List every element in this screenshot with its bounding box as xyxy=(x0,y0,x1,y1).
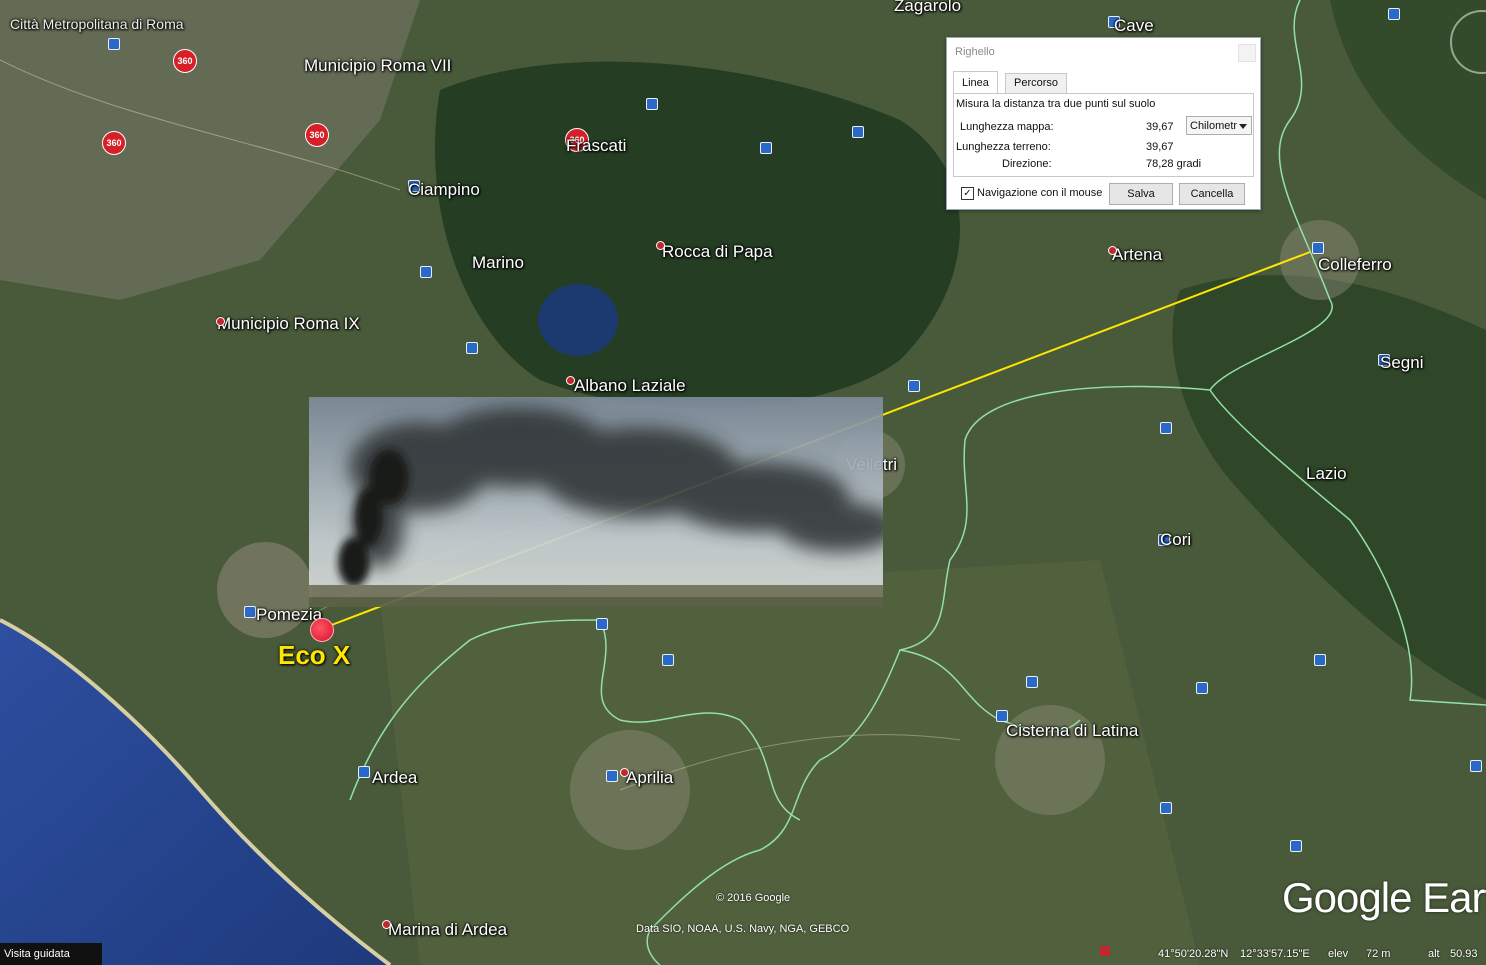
satellite-map[interactable]: 360 360 360 360 Città Metropolitana di R… xyxy=(0,0,1486,965)
town-pin[interactable] xyxy=(620,768,629,777)
place-label: Rocca di Papa xyxy=(662,242,773,261)
place-label: Artena xyxy=(1112,245,1163,264)
place-label: Marina di Ardea xyxy=(388,920,508,939)
museum-icon[interactable] xyxy=(420,266,432,278)
town-pin[interactable] xyxy=(216,317,225,326)
place-label: Città Metropolitana di Roma xyxy=(10,16,184,32)
tab-percorso[interactable]: Percorso xyxy=(1005,73,1068,94)
place-label: Municipio Roma IX xyxy=(217,314,360,333)
museum-icon[interactable] xyxy=(760,142,772,154)
town-pin[interactable] xyxy=(656,241,665,250)
place-label: Colleferro xyxy=(1318,255,1392,274)
museum-icon[interactable] xyxy=(1160,422,1172,434)
museum-icon[interactable] xyxy=(1026,676,1038,688)
unit-select-value: Chilometr xyxy=(1190,120,1238,132)
guided-tour-button[interactable]: Visita guidata xyxy=(0,943,102,965)
museum-icon[interactable] xyxy=(1470,760,1482,772)
town-pin[interactable] xyxy=(1108,246,1117,255)
save-button[interactable]: Salva xyxy=(1109,183,1173,205)
place-label: Cave xyxy=(1114,16,1154,35)
smoke-photo-overlay[interactable] xyxy=(309,397,883,607)
tab-linea[interactable]: Linea xyxy=(953,71,998,94)
tour-record-icon[interactable] xyxy=(1100,946,1110,956)
museum-icon[interactable] xyxy=(1290,840,1302,852)
place-label: Frascati xyxy=(566,136,627,155)
place-label: Aprilia xyxy=(626,768,674,787)
place-label: Ciampino xyxy=(408,180,480,199)
heading-value: 78,28 gradi xyxy=(1146,158,1202,170)
photo-360-icon[interactable]: 360 xyxy=(173,49,197,73)
ground-length-label: Lunghezza terreno: xyxy=(956,141,1051,153)
status-bar: 41°50'20.28"N 12°33'57.15"E elev 72 m al… xyxy=(1100,944,1486,964)
museum-icon[interactable] xyxy=(1312,242,1324,254)
longitude: 12°33'57.15"E xyxy=(1240,948,1310,960)
museum-icon[interactable] xyxy=(358,766,370,778)
ground-length-value: 39,67 xyxy=(1146,141,1174,153)
ruler-dialog[interactable]: Righello Linea Percorso Misura la distan… xyxy=(946,37,1261,210)
latitude: 41°50'20.28"N xyxy=(1158,948,1229,960)
region-label: Lazio xyxy=(1306,464,1347,483)
place-label: Marino xyxy=(472,253,524,272)
elevation-label: elev xyxy=(1328,948,1349,960)
heading-label: Direzione: xyxy=(1002,158,1052,170)
eco-x-marker[interactable] xyxy=(310,618,334,642)
data-credits: Data SIO, NOAA, U.S. Navy, NGA, GEBCO xyxy=(636,923,850,935)
ruler-footer: ✓ Navigazione con il mouse Salva Cancell… xyxy=(955,183,1255,205)
museum-icon[interactable] xyxy=(108,38,120,50)
photo-360-icon[interactable]: 360 xyxy=(305,123,329,147)
mouse-nav-label[interactable]: Navigazione con il mouse xyxy=(977,187,1102,199)
place-label: Municipio Roma VII xyxy=(304,56,452,75)
close-icon[interactable] xyxy=(1238,44,1256,62)
ruler-title: Righello xyxy=(955,46,995,58)
altitude-value: 50.93 xyxy=(1450,948,1478,960)
map-length-value: 39,67 xyxy=(1146,121,1174,133)
map-length-label: Lunghezza mappa: xyxy=(960,121,1054,133)
museum-icon[interactable] xyxy=(244,606,256,618)
ruler-panel: Misura la distanza tra due punti sul suo… xyxy=(953,93,1254,177)
elevation-value: 72 m xyxy=(1366,948,1391,960)
museum-icon[interactable] xyxy=(606,770,618,782)
town-pin[interactable] xyxy=(566,376,575,385)
place-label: Zagarolo xyxy=(894,0,962,15)
museum-icon[interactable] xyxy=(908,380,920,392)
museum-icon[interactable] xyxy=(1388,8,1400,20)
place-label: Cisterna di Latina xyxy=(1006,721,1139,740)
unit-select[interactable]: Chilometr xyxy=(1186,116,1252,135)
cancel-button[interactable]: Cancella xyxy=(1179,183,1245,205)
altitude-label: alt xyxy=(1428,948,1440,960)
museum-icon[interactable] xyxy=(596,618,608,630)
museum-icon[interactable] xyxy=(1314,654,1326,666)
chevron-down-icon xyxy=(1239,124,1247,129)
museum-icon[interactable] xyxy=(1160,802,1172,814)
place-label: Ardea xyxy=(372,768,418,787)
smoke-photo xyxy=(309,397,883,607)
photo-360-icon[interactable]: 360 xyxy=(102,131,126,155)
town-pin[interactable] xyxy=(382,920,391,929)
copyright-text: © 2016 Google xyxy=(716,892,791,904)
museum-icon[interactable] xyxy=(466,342,478,354)
museum-icon[interactable] xyxy=(852,126,864,138)
museum-icon[interactable] xyxy=(646,98,658,110)
place-label: Albano Laziale xyxy=(574,376,686,395)
ruler-description: Misura la distanza tra due punti sul suo… xyxy=(956,98,1156,110)
place-label: Cori xyxy=(1160,530,1192,549)
place-label: Segni xyxy=(1380,353,1424,372)
google-earth-logo: Google Earth xyxy=(1282,874,1486,921)
museum-icon[interactable] xyxy=(662,654,674,666)
ruler-titlebar[interactable]: Righello xyxy=(947,38,1260,66)
eco-x-label: Eco X xyxy=(278,640,351,670)
museum-icon[interactable] xyxy=(1196,682,1208,694)
mouse-nav-checkbox[interactable]: ✓ xyxy=(961,187,974,200)
